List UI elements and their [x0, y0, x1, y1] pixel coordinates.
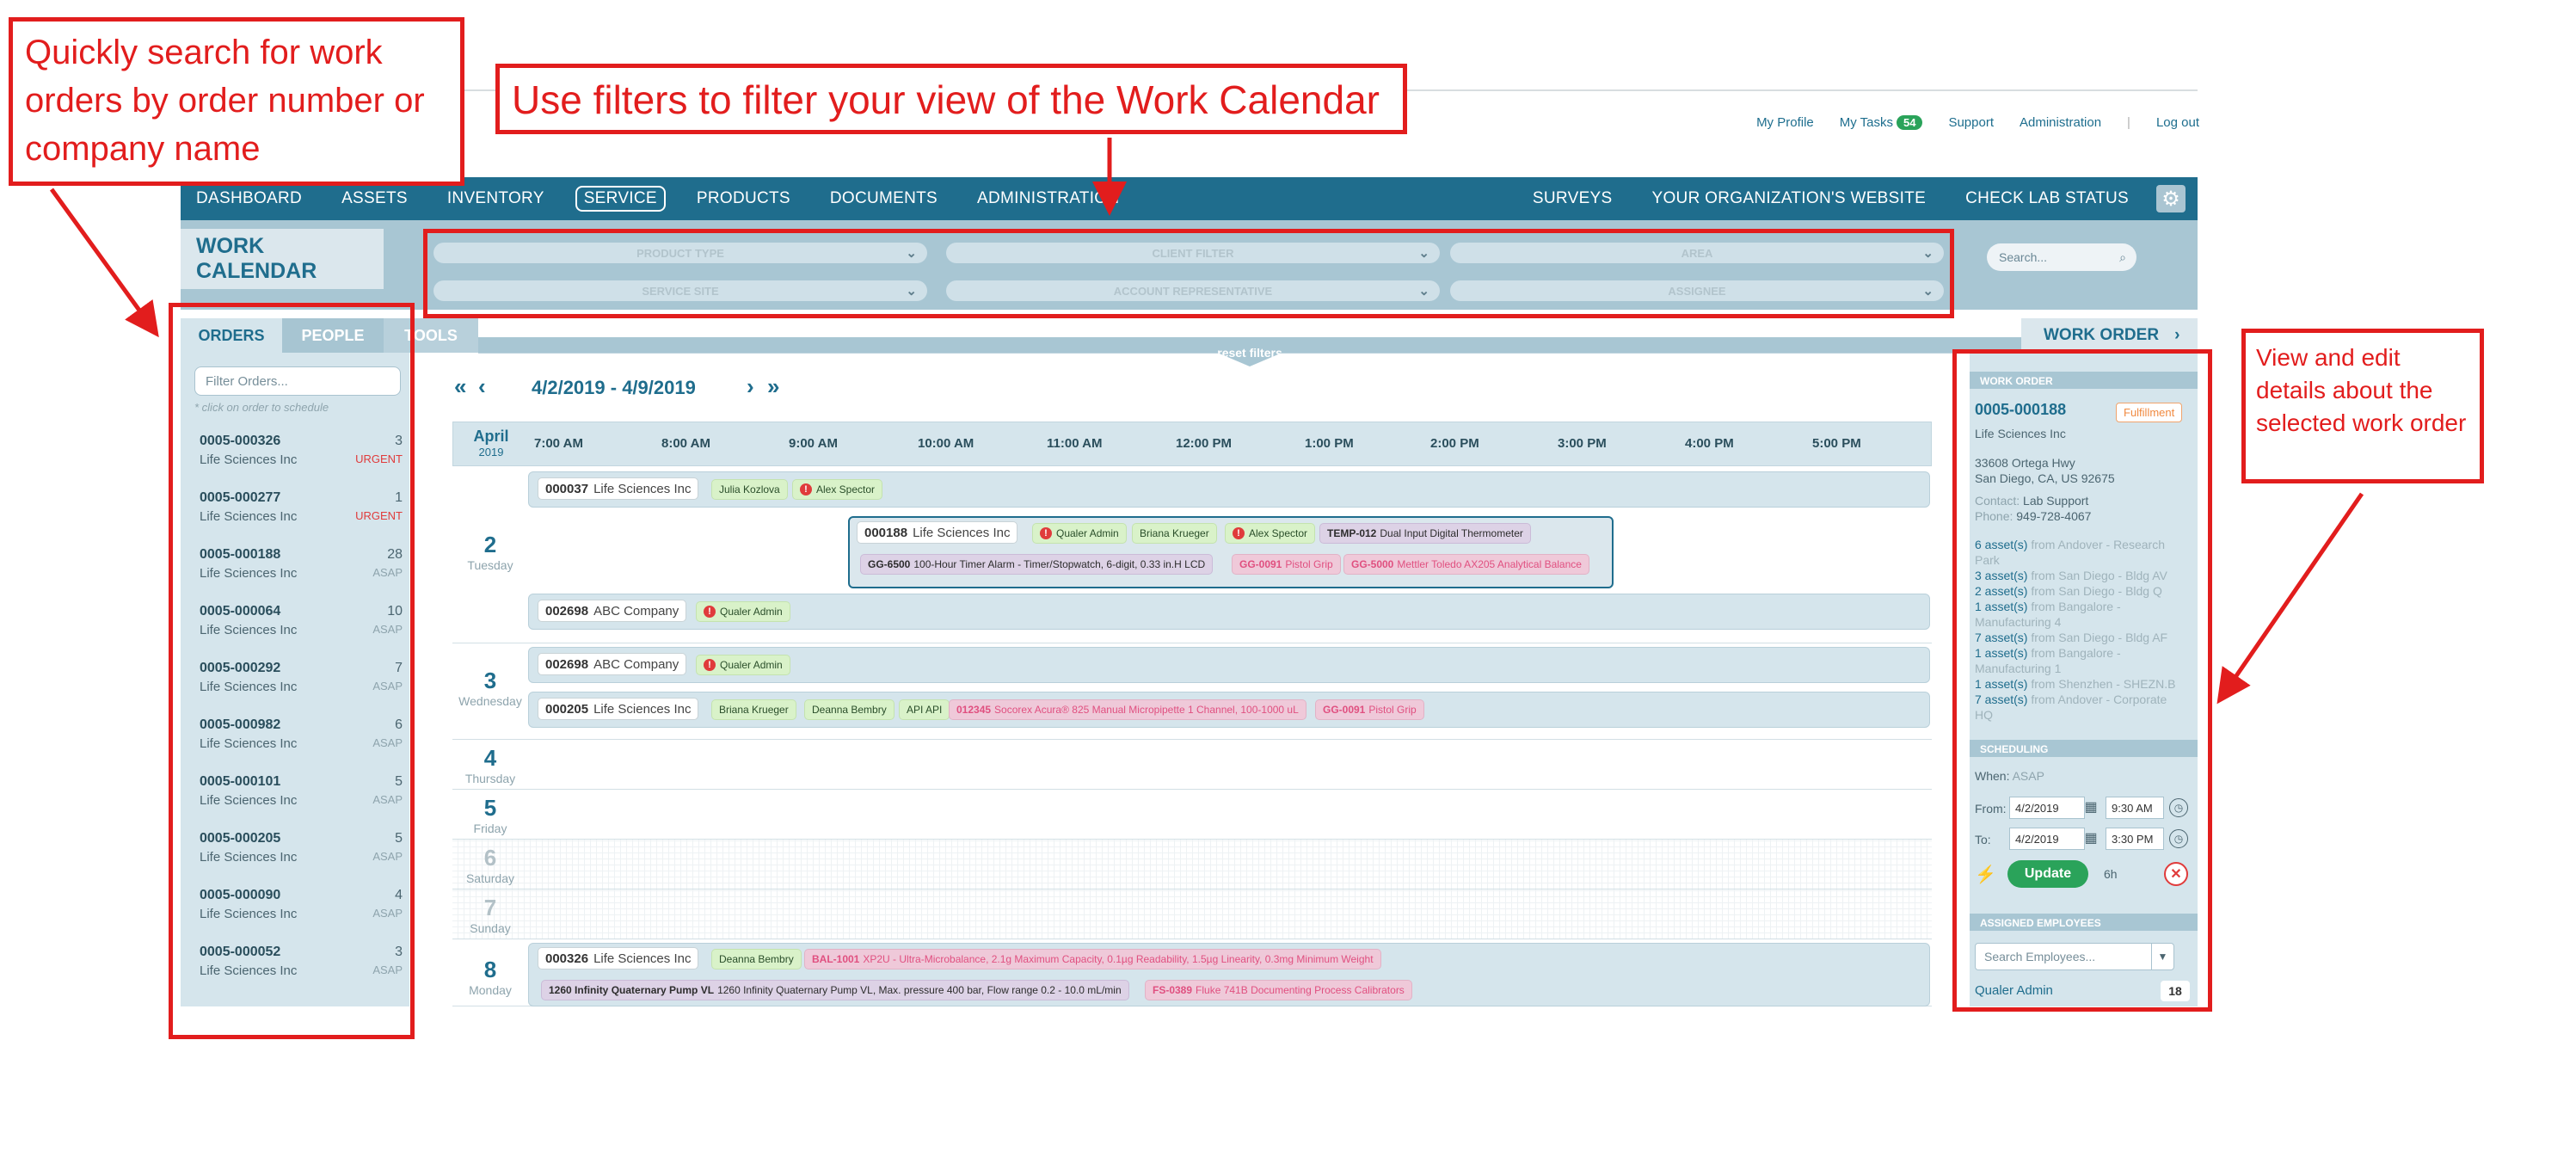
annotation-arrows	[49, 138, 2364, 705]
arrow-to-orders	[49, 188, 159, 338]
arrow-to-details	[2216, 492, 2364, 705]
